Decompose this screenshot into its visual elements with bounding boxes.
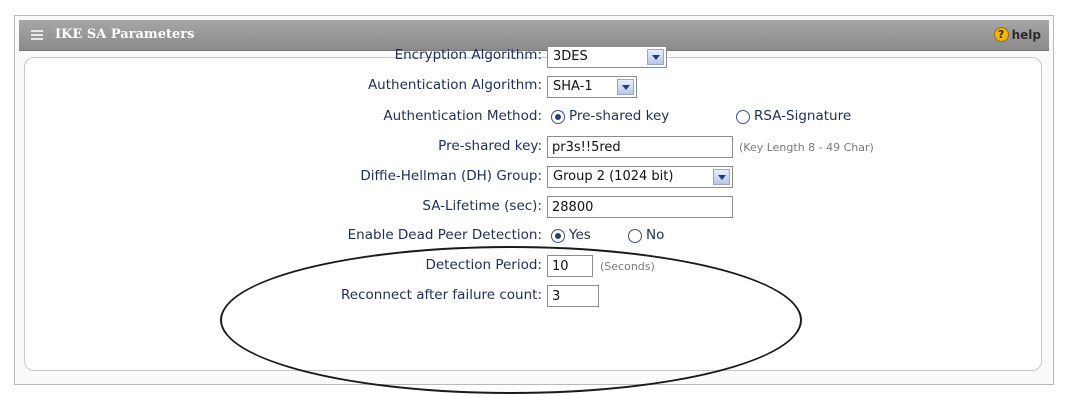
radio-dpd-no[interactable] xyxy=(628,229,642,243)
seconds-hint: (Seconds) xyxy=(600,260,655,273)
pre-shared-key-label: Pre-shared key: xyxy=(438,138,542,154)
form-container xyxy=(24,57,1042,371)
authentication-method-label: Authentication Method: xyxy=(383,108,542,124)
dead-peer-detection-label: Enable Dead Peer Detection: xyxy=(347,227,542,243)
key-length-hint: (Key Length 8 - 49 Char) xyxy=(739,141,874,154)
authentication-algorithm-value: SHA-1 xyxy=(553,79,593,94)
encryption-algorithm-value: 3DES xyxy=(553,49,588,64)
reconnect-failure-count-input[interactable] xyxy=(547,285,599,307)
radio-dpd-yes-label: Yes xyxy=(569,227,591,243)
chevron-down-icon[interactable] xyxy=(617,79,634,95)
encryption-algorithm-select[interactable]: 3DES xyxy=(547,46,667,68)
reconnect-failure-count-label: Reconnect after failure count: xyxy=(341,287,542,303)
sa-lifetime-input[interactable] xyxy=(547,196,733,218)
radio-dpd-no-label: No xyxy=(646,227,665,243)
radio-rsa-signature[interactable] xyxy=(736,110,750,124)
authentication-algorithm-select[interactable]: SHA-1 xyxy=(547,76,637,98)
detection-period-input[interactable] xyxy=(547,255,593,277)
pre-shared-key-input[interactable] xyxy=(547,136,733,158)
authentication-algorithm-label: Authentication Algorithm: xyxy=(367,77,542,93)
radio-pre-shared-key-label: Pre-shared key xyxy=(569,108,670,124)
radio-dpd-yes[interactable] xyxy=(551,229,565,243)
encryption-algorithm-label: Encryption Algorithm: xyxy=(394,47,542,63)
dh-group-select[interactable]: Group 2 (1024 bit) xyxy=(547,166,733,188)
radio-pre-shared-key[interactable] xyxy=(551,110,565,124)
dh-group-value: Group 2 (1024 bit) xyxy=(553,169,674,184)
chevron-down-icon[interactable] xyxy=(647,49,664,65)
dh-group-label: Diffie-Hellman (DH) Group: xyxy=(360,168,542,184)
chevron-down-icon[interactable] xyxy=(713,169,730,185)
sa-lifetime-label: SA-Lifetime (sec): xyxy=(422,198,542,214)
detection-period-label: Detection Period: xyxy=(425,257,542,273)
form-area: Encryption Algorithm: 3DES Authenticatio… xyxy=(14,15,1054,385)
radio-rsa-signature-label: RSA-Signature xyxy=(754,108,852,124)
